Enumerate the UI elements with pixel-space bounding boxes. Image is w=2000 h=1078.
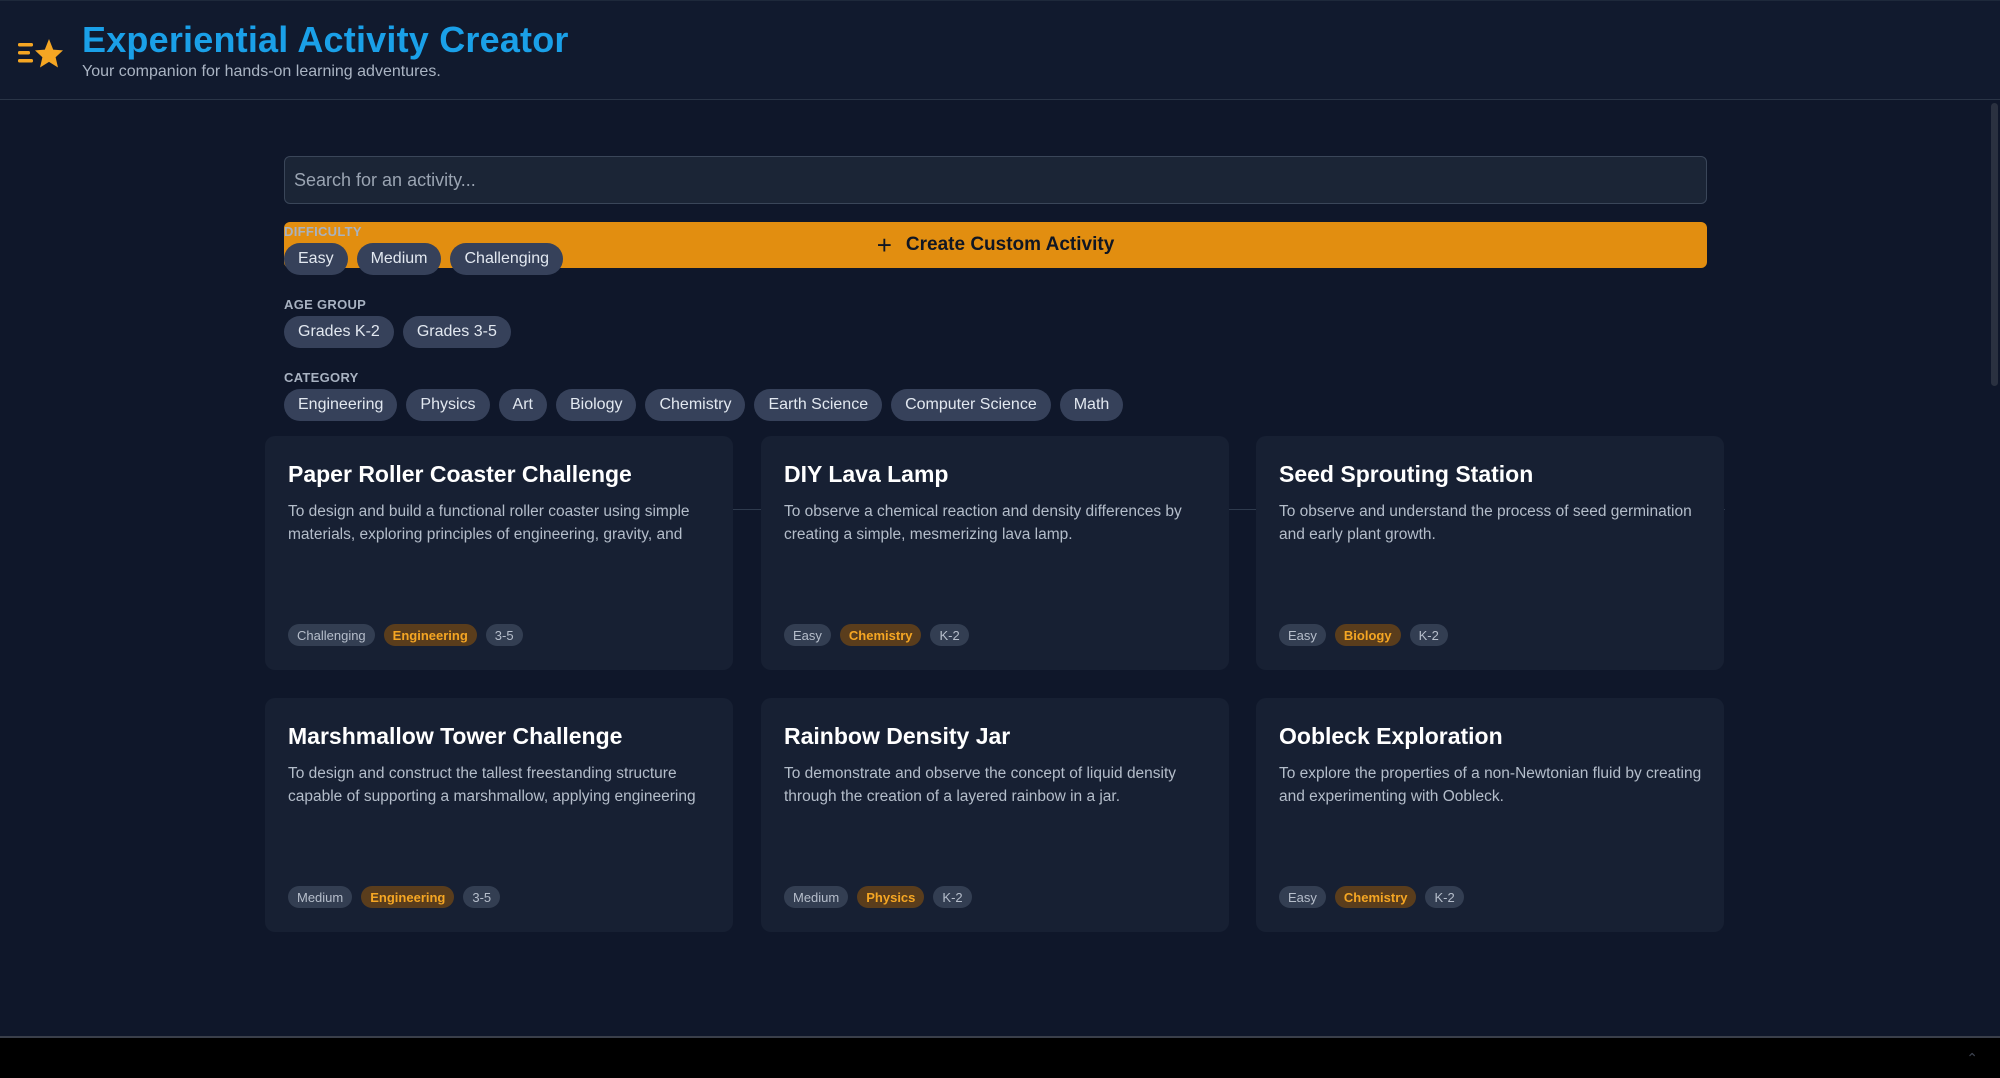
card-title: DIY Lava Lamp xyxy=(784,461,949,487)
filter-chip-math[interactable]: Math xyxy=(1059,389,1124,421)
activity-card[interactable]: Rainbow Density Jar To demonstrate and o… xyxy=(761,698,1229,932)
difficulty-tag: Medium xyxy=(784,886,849,908)
card-tags: Easy Biology K-2 xyxy=(1279,624,1448,646)
difficulty-filter-chips: Easy Medium Challenging xyxy=(284,243,563,275)
filter-chip-engineering[interactable]: Engineering xyxy=(284,389,398,421)
app-root: Experiential Activity Creator Your compa… xyxy=(0,0,2000,1078)
filter-chip-physics[interactable]: Physics xyxy=(406,389,490,421)
card-tags: Medium Physics K-2 xyxy=(784,886,972,908)
card-description: To observe a chemical reaction and densi… xyxy=(784,503,1182,543)
category-filter-label: CATEGORY xyxy=(284,370,359,385)
chevron-up-icon[interactable]: ⌃ xyxy=(1966,1050,1978,1067)
card-title: Paper Roller Coaster Challenge xyxy=(288,461,632,487)
vertical-scrollbar[interactable] xyxy=(1988,101,2000,1036)
filter-chip-easy[interactable]: Easy xyxy=(284,243,348,275)
filter-chip-medium[interactable]: Medium xyxy=(356,243,442,275)
category-tag: Chemistry xyxy=(1334,886,1417,908)
grade-tag: K-2 xyxy=(1409,624,1448,646)
difficulty-tag: Medium xyxy=(288,886,353,908)
grade-tag: 3-5 xyxy=(463,886,501,908)
search-input[interactable] xyxy=(294,169,1706,191)
search-box[interactable] xyxy=(284,156,1707,204)
difficulty-tag: Challenging xyxy=(288,624,375,646)
filter-chip-earth-science[interactable]: Earth Science xyxy=(754,389,883,421)
difficulty-filter-label: DIFFICULTY xyxy=(284,224,362,239)
menu-star-icon xyxy=(18,39,63,68)
app-title: Experiential Activity Creator xyxy=(82,19,569,60)
grade-tag: K-2 xyxy=(933,886,972,908)
filter-chip-grades-3-5[interactable]: Grades 3-5 xyxy=(402,316,511,348)
activity-card[interactable]: Seed Sprouting Station To observe and un… xyxy=(1256,436,1724,670)
card-tags: Medium Engineering 3-5 xyxy=(288,886,501,908)
app-subtitle: Your companion for hands-on learning adv… xyxy=(82,63,441,80)
activity-card[interactable]: DIY Lava Lamp To observe a chemical reac… xyxy=(761,436,1229,670)
category-tag: Chemistry xyxy=(839,624,922,646)
filter-chip-art[interactable]: Art xyxy=(498,389,547,421)
card-tags: Easy Chemistry K-2 xyxy=(1279,886,1464,908)
activity-card[interactable]: Oobleck Exploration To explore the prope… xyxy=(1256,698,1724,932)
plus-icon: + xyxy=(876,230,892,260)
filter-chip-computer-science[interactable]: Computer Science xyxy=(891,389,1051,421)
filter-chip-challenging[interactable]: Challenging xyxy=(450,243,563,275)
card-title: Seed Sprouting Station xyxy=(1279,461,1534,487)
card-title: Oobleck Exploration xyxy=(1279,723,1503,749)
filter-chip-chemistry[interactable]: Chemistry xyxy=(645,389,746,421)
card-description: To observe and understand the process of… xyxy=(1279,503,1692,543)
activity-card[interactable]: Paper Roller Coaster Challenge To design… xyxy=(265,436,733,670)
category-tag: Biology xyxy=(1334,624,1401,646)
create-button-label: Create Custom Activity xyxy=(905,234,1115,255)
category-tag: Physics xyxy=(857,886,925,908)
card-description: To design and build a functional roller … xyxy=(288,503,690,543)
card-description: To design and construct the tallest free… xyxy=(288,765,696,805)
category-filter-chips: Engineering Physics Art Biology Chemistr… xyxy=(284,389,1124,421)
card-description: To explore the properties of a non-Newto… xyxy=(1279,765,1702,805)
grade-tag: K-2 xyxy=(930,624,969,646)
activity-card[interactable]: Marshmallow Tower Challenge To design an… xyxy=(265,698,733,932)
scrollbar-thumb[interactable] xyxy=(1991,103,1998,386)
difficulty-tag: Easy xyxy=(1279,624,1326,646)
card-title: Marshmallow Tower Challenge xyxy=(288,723,623,749)
card-title: Rainbow Density Jar xyxy=(784,723,1011,749)
filter-chip-biology[interactable]: Biology xyxy=(555,389,637,421)
card-tags: Easy Chemistry K-2 xyxy=(784,624,969,646)
card-description: To demonstrate and observe the concept o… xyxy=(784,765,1177,805)
age-group-filter-chips: Grades K-2 Grades 3-5 xyxy=(284,316,511,348)
age-group-filter-label: AGE GROUP xyxy=(284,297,367,312)
difficulty-tag: Easy xyxy=(1279,886,1326,908)
grade-tag: 3-5 xyxy=(485,624,523,646)
card-tags: Challenging Engineering 3-5 xyxy=(288,624,523,646)
grade-tag: K-2 xyxy=(1425,886,1464,908)
bottom-bar: ⌃ xyxy=(0,1036,2000,1078)
app-header: Experiential Activity Creator Your compa… xyxy=(0,0,2000,100)
category-tag: Engineering xyxy=(383,624,477,646)
category-tag: Engineering xyxy=(361,886,455,908)
filter-chip-grades-k-2[interactable]: Grades K-2 xyxy=(284,316,394,348)
difficulty-tag: Easy xyxy=(784,624,831,646)
